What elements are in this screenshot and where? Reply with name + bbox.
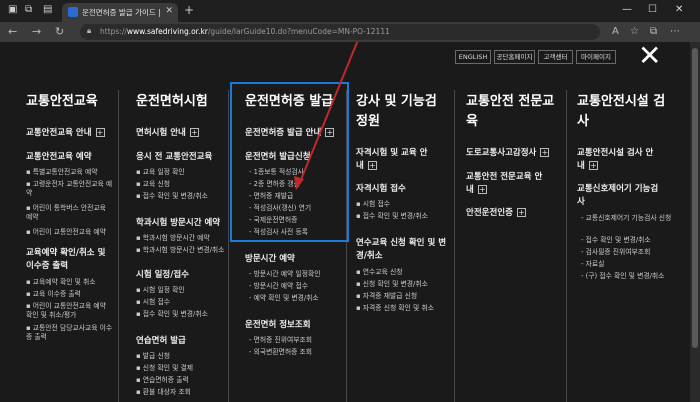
favorite-star-icon[interactable]: ☆ bbox=[630, 26, 639, 37]
workspaces-icon[interactable]: ⧉ bbox=[25, 4, 32, 15]
site-favicon-icon bbox=[68, 7, 78, 17]
forward-icon[interactable]: → bbox=[32, 25, 41, 38]
refresh-icon[interactable]: ↻ bbox=[55, 25, 64, 38]
scrollbar[interactable] bbox=[690, 42, 700, 402]
window-close-icon[interactable]: ✕ bbox=[675, 4, 683, 15]
maximize-icon[interactable]: ☐ bbox=[648, 4, 657, 15]
collections-icon[interactable]: ⧉ bbox=[650, 26, 657, 37]
annotation-arrow-icon bbox=[294, 42, 359, 190]
browser-profile-icon[interactable]: ▣ bbox=[8, 4, 17, 15]
more-menu-icon[interactable]: ⋯ bbox=[670, 26, 680, 37]
lock-icon[interactable]: 🔒︎ bbox=[87, 26, 91, 36]
tab-actions-icon[interactable]: ▤ bbox=[43, 4, 52, 15]
back-icon[interactable]: ← bbox=[8, 25, 17, 38]
tab-close-icon[interactable]: ✕ bbox=[165, 6, 173, 16]
read-aloud-icon[interactable]: A bbox=[612, 26, 619, 37]
minimize-icon[interactable]: — bbox=[622, 4, 632, 15]
browser-tab-active[interactable]: 운전면허증 발급 가이드 | 도로교 ✕ bbox=[62, 3, 178, 22]
browser-tab-bar: ▣ ⧉ ▤ 운전면허증 발급 가이드 | 도로교 ✕ + — ☐ ✕ bbox=[0, 0, 700, 22]
tab-title: 운전면허증 발급 가이드 | 도로교 bbox=[82, 8, 162, 17]
address-input[interactable]: 🔒︎ https://www.safedriving.or.kr/guide/l… bbox=[80, 24, 600, 40]
new-tab-icon[interactable]: + bbox=[184, 3, 194, 17]
scrollbar-thumb[interactable] bbox=[692, 48, 698, 348]
sitemap-overlay: ENGLISH 공단홈페이지 고객센터 마이페이지 ✕ 교통안전교육 교통안전교… bbox=[0, 42, 700, 402]
address-bar-row: ← → ↻ 🔒︎ https://www.safedriving.or.kr/g… bbox=[0, 22, 700, 42]
url-text: https://www.safedriving.or.kr/guide/larG… bbox=[100, 27, 390, 36]
